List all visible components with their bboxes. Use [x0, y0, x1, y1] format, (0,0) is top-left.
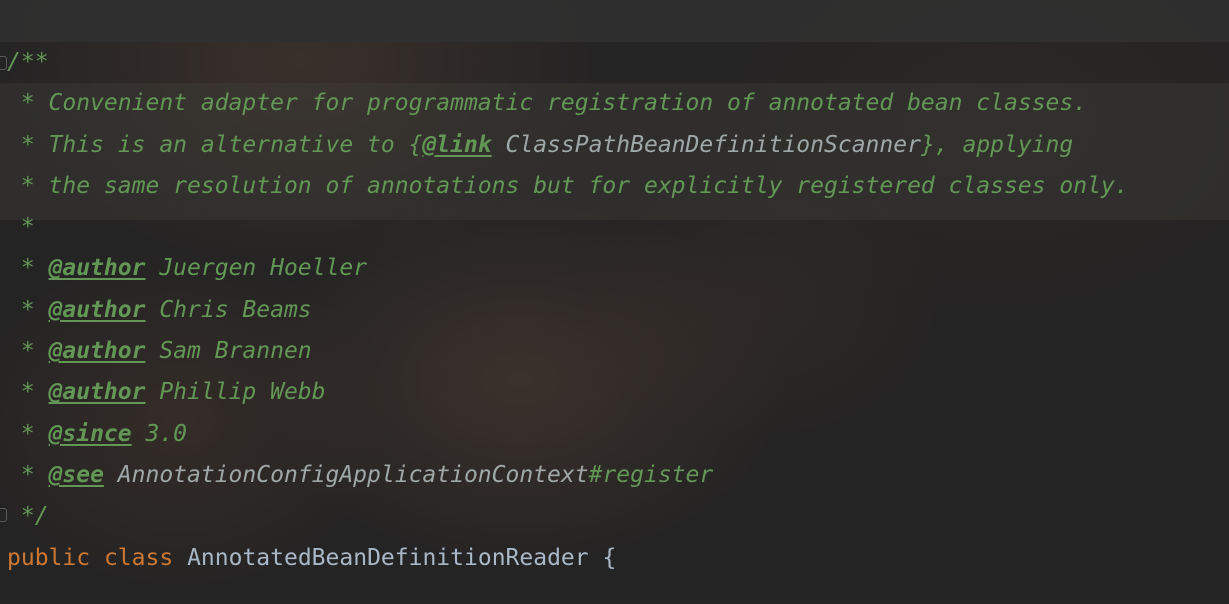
code-line: * Convenient adapter for programmatic re…: [7, 83, 1129, 124]
author-tag: @author: [48, 296, 146, 323]
editor-top-bar: [0, 0, 1229, 42]
see-class-reference[interactable]: AnnotationConfigApplicationContext: [104, 462, 589, 488]
code-line: *: [7, 207, 1129, 248]
fold-start-icon[interactable]: [0, 56, 7, 70]
doc-blank-line: *: [7, 214, 35, 241]
doc-comment-start: /**: [7, 49, 49, 75]
code-line: * @see AnnotationConfigApplicationContex…: [7, 455, 1129, 496]
doc-line-prefix: *: [7, 379, 49, 406]
author-name: Juergen Hoeller: [145, 255, 368, 282]
doc-line-prefix: *: [7, 461, 49, 488]
code-line: /**: [7, 42, 1129, 83]
code-line: * This is an alternative to {@link Class…: [7, 125, 1129, 166]
class-name[interactable]: AnnotatedBeanDefinitionReader: [187, 545, 589, 571]
code-line: * @author Phillip Webb: [7, 372, 1129, 413]
code-line: * @since 3.0: [7, 414, 1129, 455]
doc-description-line-2-prefix: * This is an alternative to {: [7, 131, 423, 158]
since-value: 3.0: [131, 420, 188, 447]
author-tag: @author: [48, 379, 146, 406]
doc-line-prefix: *: [7, 338, 49, 365]
code-line: * @author Chris Beams: [7, 290, 1129, 331]
open-brace: {: [588, 544, 617, 571]
doc-description-line-1: * Convenient adapter for programmatic re…: [7, 90, 1088, 117]
author-tag: @author: [48, 338, 146, 365]
author-tag: @author: [48, 255, 146, 282]
code-line: public class AnnotatedBeanDefinitionRead…: [7, 538, 1129, 579]
since-tag: @since: [48, 420, 132, 447]
see-member-reference[interactable]: #register: [589, 462, 714, 488]
link-tag[interactable]: @link: [422, 132, 491, 158]
keyword-public: public: [7, 544, 91, 571]
fold-end-icon[interactable]: [0, 508, 7, 522]
doc-description-line-2-suffix: }, applying: [920, 131, 1074, 158]
code-line: */: [7, 496, 1129, 537]
author-name: Phillip Webb: [145, 379, 326, 406]
code-editor[interactable]: /** * Convenient adapter for programmati…: [0, 0, 1229, 604]
doc-description-line-3: * the same resolution of annotations but…: [7, 172, 1129, 199]
code-line: * @author Juergen Hoeller: [7, 248, 1129, 289]
doc-line-prefix: *: [7, 420, 49, 447]
code-area[interactable]: /** * Convenient adapter for programmati…: [7, 42, 1129, 579]
keyword-class: class: [103, 544, 174, 571]
author-name: Sam Brannen: [145, 338, 312, 365]
code-line: * @author Sam Brannen: [7, 331, 1129, 372]
see-tag: @see: [48, 461, 104, 488]
author-name: Chris Beams: [145, 296, 312, 323]
doc-line-prefix: *: [7, 296, 49, 323]
code-line: * the same resolution of annotations but…: [7, 166, 1129, 207]
doc-line-prefix: *: [7, 255, 49, 282]
doc-comment-end: */: [7, 503, 49, 530]
link-reference[interactable]: ClassPathBeanDefinitionScanner: [492, 132, 921, 158]
